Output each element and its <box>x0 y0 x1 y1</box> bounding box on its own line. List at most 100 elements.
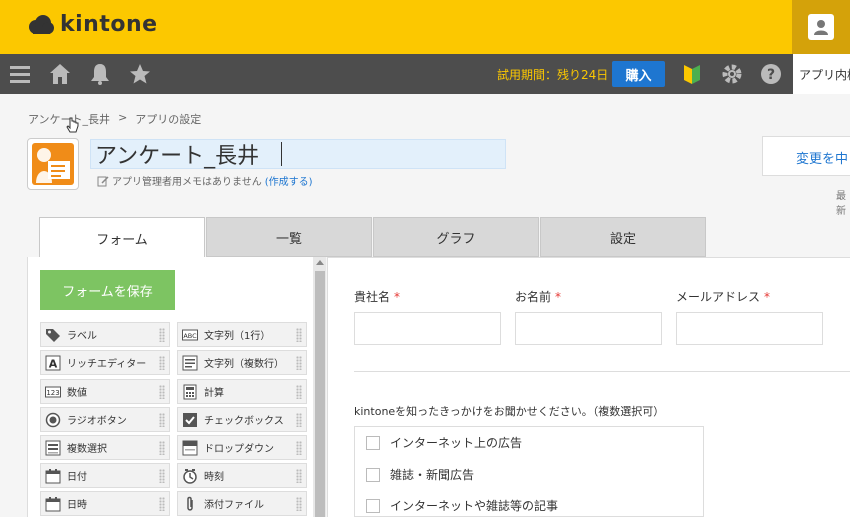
menu-icon[interactable] <box>8 62 32 86</box>
svg-text:ABC: ABC <box>183 332 197 340</box>
palette-scrollbar-thumb[interactable] <box>315 271 325 517</box>
survey-icon <box>36 148 70 183</box>
app-icon[interactable] <box>27 138 79 190</box>
svg-text:A: A <box>49 357 58 370</box>
text-caret <box>281 142 283 166</box>
drag-handle-icon[interactable] <box>159 328 165 342</box>
tab-list[interactable]: 一覧 <box>206 217 372 257</box>
latest-label: 最新 <box>836 191 846 217</box>
home-icon[interactable] <box>48 62 72 86</box>
svg-text:?: ? <box>767 67 775 83</box>
radio-icon <box>45 412 61 427</box>
user-icon <box>814 20 828 35</box>
palette-item-radio[interactable]: ラジオボタン <box>40 407 170 432</box>
memo-create-link[interactable]: (作成する) <box>265 173 313 188</box>
bell-icon[interactable] <box>88 62 112 86</box>
edit-icon <box>97 175 109 186</box>
field-label-company[interactable]: 貴社名 * <box>354 288 400 305</box>
tag-icon <box>46 328 60 342</box>
palette-item-datetime[interactable]: 日時 <box>40 491 170 516</box>
multiline-icon <box>182 355 198 370</box>
apply-changes-button[interactable]: 変更を中 <box>762 136 850 176</box>
field-label-name[interactable]: お名前 * <box>515 288 561 305</box>
palette-item-calculation[interactable]: 計算 <box>177 379 307 404</box>
help-icon[interactable]: ? <box>759 62 783 86</box>
user-menu-button[interactable] <box>792 0 850 54</box>
star-icon[interactable] <box>128 62 152 86</box>
app-memo: アプリ管理者用メモはありません (作成する) <box>97 173 313 188</box>
drag-handle-icon[interactable] <box>159 469 165 483</box>
palette-item-rich-editor[interactable]: A リッチエディター <box>40 350 170 375</box>
checkbox[interactable] <box>366 435 380 450</box>
drag-handle-icon[interactable] <box>296 469 302 483</box>
company-field[interactable] <box>354 312 501 345</box>
palette-item-checkbox[interactable]: チェックボックス <box>177 407 307 432</box>
brand-name: kintone <box>60 12 158 37</box>
gear-icon[interactable] <box>720 62 744 86</box>
abc-icon: ABC <box>182 329 198 340</box>
required-mark: * <box>555 290 562 304</box>
required-mark: * <box>394 290 401 304</box>
question-label[interactable]: kintoneを知ったきっかけをお聞かせください。（複数選択可） <box>354 403 664 419</box>
palette-item-dropdown[interactable]: ドロップダウン <box>177 435 307 460</box>
drag-handle-icon[interactable] <box>159 413 165 427</box>
mouse-cursor-icon <box>66 117 79 133</box>
palette-item-label[interactable]: ラベル <box>40 322 170 347</box>
palette-item-multi-line-text[interactable]: 文字列（複数行） <box>177 350 307 375</box>
breadcrumb: アンケート_長井 > アプリの設定 <box>28 111 201 127</box>
settings-tabs: フォーム 一覧 グラフ 設定 <box>39 217 706 258</box>
memo-text: アプリ管理者用メモはありません <box>112 177 262 188</box>
number-icon: 123 <box>45 386 61 397</box>
name-field[interactable] <box>515 312 662 345</box>
checkbox-option[interactable]: インターネット上の広告 <box>366 434 522 451</box>
global-header: 試用期間：残り24日 購入 ? アプリ内検 <box>0 54 850 94</box>
checkbox[interactable] <box>366 498 380 513</box>
calendar-icon <box>45 468 61 483</box>
palette-item-single-line-text[interactable]: ABC 文字列（1行） <box>177 322 307 347</box>
palette-item-attachment[interactable]: 添付ファイル <box>177 491 307 516</box>
palette-item-time[interactable]: 時刻 <box>177 463 307 488</box>
checkbox-icon <box>183 412 197 427</box>
required-mark: * <box>764 290 771 304</box>
calculator-icon <box>183 384 197 399</box>
buy-button[interactable]: 購入 <box>612 61 665 87</box>
tab-form[interactable]: フォーム <box>39 217 205 258</box>
drag-handle-icon[interactable] <box>296 497 302 511</box>
drag-handle-icon[interactable] <box>296 413 302 427</box>
app-search-tab[interactable]: アプリ内検 <box>793 54 850 94</box>
checkbox[interactable] <box>366 467 380 482</box>
save-form-button[interactable]: フォームを保存 <box>40 270 175 310</box>
breadcrumb-separator: > <box>118 111 128 124</box>
drag-handle-icon[interactable] <box>159 441 165 455</box>
tab-settings[interactable]: 設定 <box>540 217 706 257</box>
app-title-text: アンケート_長井 <box>95 144 260 169</box>
drag-handle-icon[interactable] <box>296 441 302 455</box>
kintone-logo[interactable]: kintone <box>28 12 158 37</box>
email-field[interactable] <box>676 312 823 345</box>
dropdown-icon <box>182 440 198 455</box>
drag-handle-icon[interactable] <box>159 385 165 399</box>
app-title-input[interactable]: アンケート_長井 <box>90 139 506 169</box>
drag-handle-icon[interactable] <box>159 497 165 511</box>
palette-item-multi-select[interactable]: 複数選択 <box>40 435 170 460</box>
paperclip-icon <box>187 496 193 511</box>
trial-period-text: 試用期間：残り24日 <box>497 68 609 82</box>
field-label-email[interactable]: メールアドレス * <box>676 288 770 305</box>
checkbox-option[interactable]: インターネットや雑誌等の記事 <box>366 497 558 514</box>
beginner-mark-icon[interactable] <box>680 62 704 86</box>
drag-handle-icon[interactable] <box>159 356 165 370</box>
cloud-icon <box>29 14 54 34</box>
clock-icon <box>183 468 197 484</box>
checkbox-option[interactable]: 雑誌・新聞広告 <box>366 466 474 483</box>
drag-handle-icon[interactable] <box>296 328 302 342</box>
svg-text:123: 123 <box>46 389 59 397</box>
scroll-up-arrow-icon[interactable] <box>316 260 324 265</box>
top-bar: kintone <box>0 0 850 54</box>
palette-item-date[interactable]: 日付 <box>40 463 170 488</box>
rich-editor-icon: A <box>45 355 61 370</box>
drag-handle-icon[interactable] <box>296 385 302 399</box>
drag-handle-icon[interactable] <box>296 356 302 370</box>
datetime-icon <box>45 496 61 511</box>
tab-graph[interactable]: グラフ <box>373 217 539 257</box>
palette-item-number[interactable]: 123 数値 <box>40 379 170 404</box>
